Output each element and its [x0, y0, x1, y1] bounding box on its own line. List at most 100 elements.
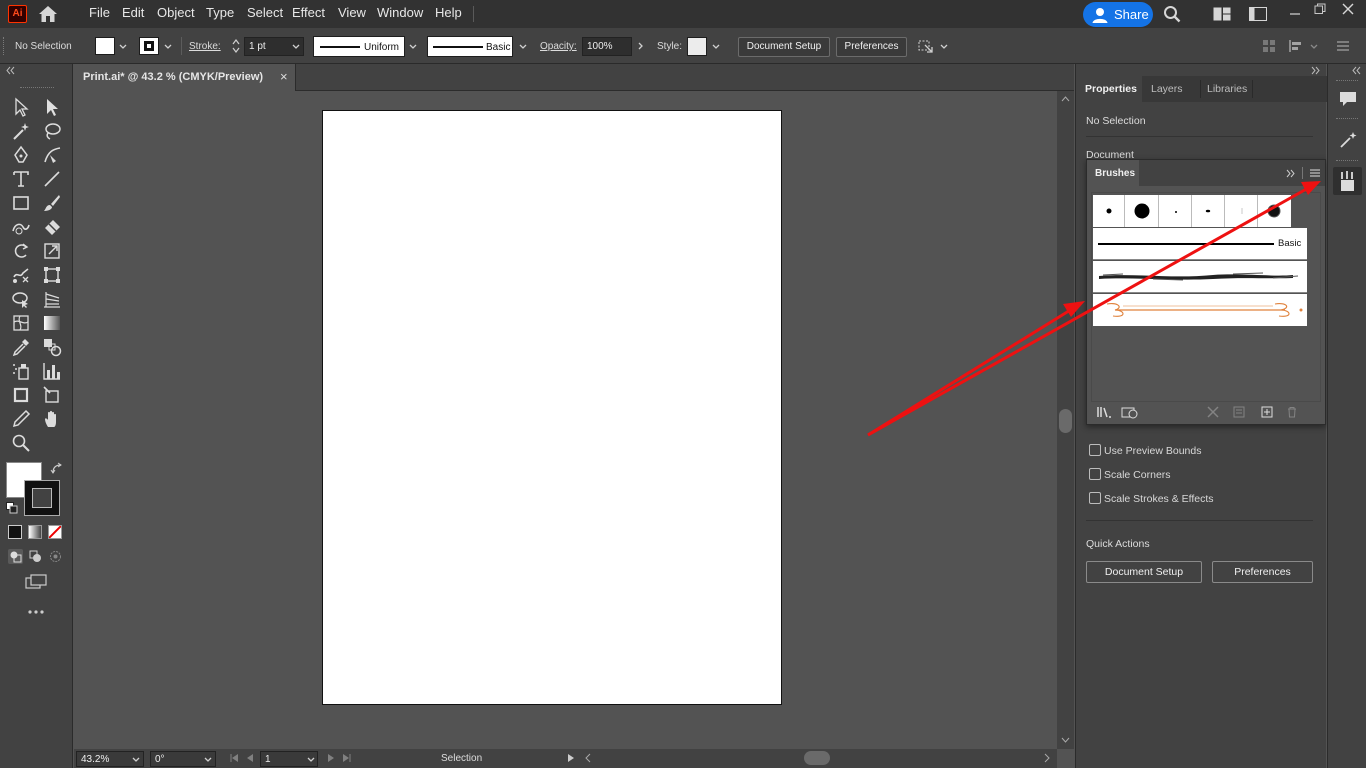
artboard-number-field[interactable]: 1 [260, 751, 318, 767]
draw-behind-icon[interactable] [28, 549, 43, 564]
blend-tool-icon[interactable] [42, 337, 62, 357]
symbol-sprayer-tool-icon[interactable] [11, 361, 31, 381]
color-mode-icon[interactable] [8, 525, 22, 539]
lasso-tool-icon[interactable] [42, 121, 62, 141]
collapse-dock-icon[interactable] [1351, 66, 1363, 75]
free-transform-tool-icon[interactable] [42, 265, 62, 285]
menu-select[interactable]: Select [247, 0, 283, 28]
none-mode-icon[interactable] [48, 525, 62, 539]
graphic-style-swatch[interactable] [687, 37, 707, 56]
basic-brush-row[interactable]: Basic [1093, 228, 1307, 260]
arrange-documents-icon[interactable] [1213, 7, 1231, 21]
screen-mode-icon[interactable] [25, 574, 47, 590]
document-tab[interactable]: Print.ai* @ 43.2 % (CMYK/Preview) × [74, 64, 296, 91]
new-brush-icon[interactable] [1261, 406, 1273, 418]
scale-corners-checkbox[interactable] [1089, 468, 1101, 480]
line-segment-tool-icon[interactable] [42, 169, 62, 189]
vertical-scrollbar[interactable] [1057, 91, 1074, 749]
slice-tool-icon[interactable] [42, 385, 62, 405]
rotation-field[interactable]: 0° [150, 751, 216, 767]
chevron-down-icon[interactable] [131, 755, 141, 765]
gradient-mode-icon[interactable] [28, 525, 42, 539]
rotate-tool-icon[interactable] [11, 241, 31, 261]
window-restore-icon[interactable] [1314, 3, 1326, 15]
use-preview-bounds-checkbox[interactable] [1089, 444, 1101, 456]
share-button[interactable]: Share [1083, 2, 1153, 27]
menu-object[interactable]: Object [157, 0, 195, 28]
stroke-weight-field[interactable]: 1 pt [244, 37, 304, 56]
edit-toolbar-icon[interactable] [27, 609, 45, 615]
scale-tool-icon[interactable] [42, 241, 62, 261]
brush-swatch-dot-small[interactable] [1093, 195, 1125, 227]
chevron-down-icon[interactable] [306, 755, 316, 765]
close-tab-icon[interactable]: × [280, 69, 288, 84]
preferences-button[interactable]: Preferences [836, 37, 907, 57]
menu-view[interactable]: View [338, 0, 366, 28]
zoom-tool-icon[interactable] [11, 433, 31, 453]
draw-inside-icon[interactable] [48, 549, 63, 564]
scroll-right-icon[interactable] [1043, 753, 1051, 763]
magic-wand-tool-icon[interactable] [11, 121, 31, 141]
last-artboard-icon[interactable] [342, 753, 352, 763]
curvature-tool-icon[interactable] [42, 145, 62, 165]
align-icon[interactable] [1262, 39, 1276, 53]
opacity-field[interactable]: 100% [582, 37, 632, 56]
direct-selection-tool-icon[interactable] [42, 97, 62, 117]
stroke-swatch[interactable] [139, 37, 159, 55]
home-icon[interactable] [38, 5, 58, 23]
chevron-down-icon[interactable] [118, 42, 128, 52]
previous-artboard-icon[interactable] [245, 753, 255, 763]
workspace-switcher-icon[interactable] [1249, 7, 1267, 21]
default-fill-stroke-icon[interactable] [6, 502, 18, 514]
brush-swatch-round[interactable] [1259, 195, 1291, 227]
brush-options-icon[interactable] [1233, 406, 1245, 418]
panel-menu-icon[interactable] [1309, 168, 1321, 178]
menu-help[interactable]: Help [435, 0, 462, 28]
column-graph-tool-icon[interactable] [42, 361, 62, 381]
comments-icon[interactable] [1338, 89, 1358, 109]
rectangle-tool-icon[interactable] [11, 193, 31, 213]
canvas-area[interactable] [74, 91, 1057, 749]
chevron-down-icon[interactable] [518, 42, 528, 52]
control-bar-menu-icon[interactable] [1336, 40, 1350, 52]
menu-effect[interactable]: Effect [292, 0, 325, 28]
chevron-down-icon[interactable] [163, 42, 173, 52]
arrange-icon[interactable] [917, 38, 935, 54]
expand-panels-icon[interactable] [1310, 66, 1322, 75]
document-setup-button[interactable]: Document Setup [738, 37, 830, 57]
artboard[interactable] [322, 110, 782, 705]
scroll-left-icon[interactable] [584, 753, 592, 763]
draw-normal-icon[interactable] [8, 549, 23, 564]
magic-wand-panel-icon[interactable] [1338, 130, 1358, 150]
transform-icon[interactable] [1288, 39, 1304, 53]
chevron-down-icon[interactable] [408, 42, 418, 52]
selection-tool-icon[interactable] [11, 97, 31, 117]
menu-edit[interactable]: Edit [122, 0, 144, 28]
brush-swatch-oval[interactable] [1193, 195, 1225, 227]
pencil-tool-icon[interactable] [11, 409, 31, 429]
charcoal-brush-row[interactable] [1093, 261, 1307, 293]
brush-swatch-dot-tiny[interactable] [1160, 195, 1192, 227]
mesh-tool-icon[interactable] [11, 313, 31, 333]
tab-libraries[interactable]: Libraries [1207, 83, 1247, 95]
stroke-stepper-icon[interactable] [230, 37, 242, 55]
perspective-grid-tool-icon[interactable] [42, 289, 62, 309]
panel-document-setup-button[interactable]: Document Setup [1086, 561, 1202, 583]
scroll-down-icon[interactable] [1061, 737, 1070, 743]
panel-preferences-button[interactable]: Preferences [1212, 561, 1313, 583]
remove-brush-stroke-icon[interactable] [1207, 406, 1219, 418]
tab-layers[interactable]: Layers [1151, 83, 1183, 95]
menu-window[interactable]: Window [377, 0, 423, 28]
hand-tool-icon[interactable] [42, 409, 62, 429]
window-minimize-icon[interactable] [1289, 5, 1301, 17]
chevron-down-icon[interactable] [939, 42, 949, 52]
scale-strokes-effects-checkbox[interactable] [1089, 492, 1101, 504]
vertical-scroll-thumb[interactable] [1059, 409, 1072, 433]
paintbrush-tool-icon[interactable] [42, 193, 62, 213]
artboard-tool-icon[interactable] [11, 385, 31, 405]
chevron-right-icon[interactable] [636, 41, 646, 51]
brush-swatch-dot-large[interactable] [1126, 195, 1159, 227]
menu-file[interactable]: File [89, 0, 110, 28]
chevron-down-icon[interactable] [203, 755, 213, 765]
gradient-tool-icon[interactable] [42, 313, 62, 333]
